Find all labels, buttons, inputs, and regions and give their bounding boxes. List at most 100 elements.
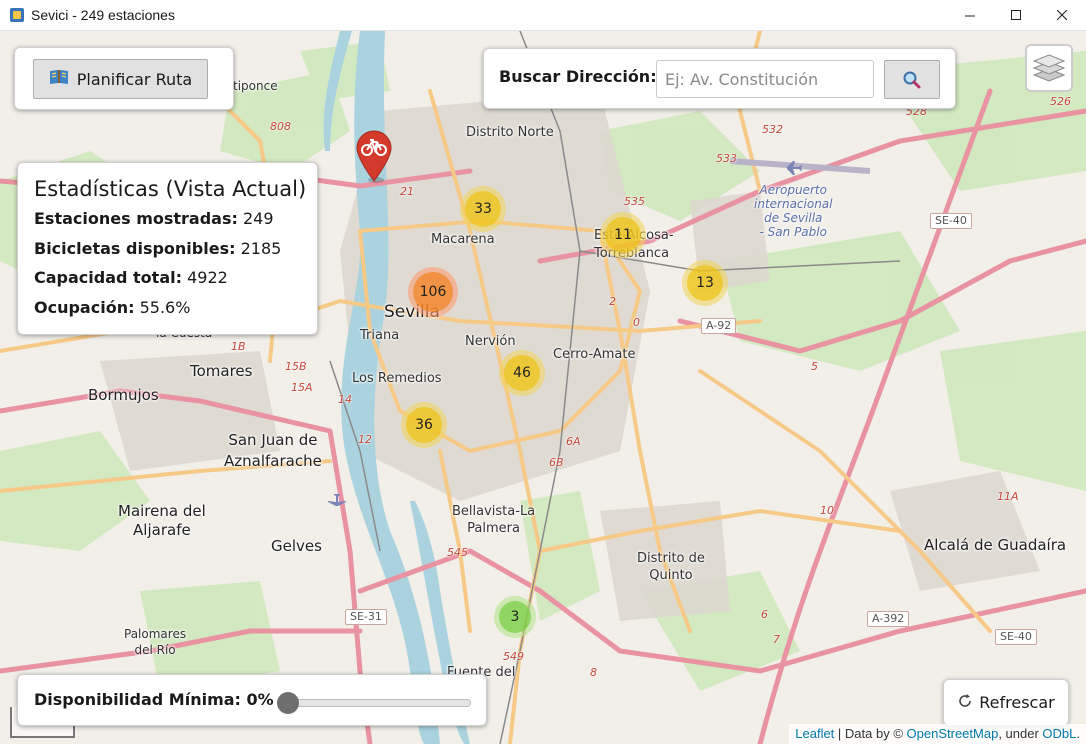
map-view[interactable]: Sevilla Distrito Norte Macarena Triana N…	[0, 31, 1086, 744]
layers-icon	[1032, 54, 1066, 82]
stats-row-bikes: Bicicletas disponibles: 2185	[34, 239, 281, 258]
leaflet-link[interactable]: Leaflet	[795, 726, 834, 741]
road-number: 535	[624, 195, 645, 208]
station-cluster[interactable]: 13	[682, 260, 728, 306]
availability-label: Disponibilidad Mínima: 0%	[34, 690, 274, 709]
road-number: 6B	[549, 456, 564, 469]
route-panel: Planificar Ruta	[14, 47, 234, 110]
road-number: 1B	[231, 340, 246, 353]
map-label-macarena: Macarena	[431, 232, 495, 247]
stats-panel: Estadísticas (Vista Actual) Estaciones m…	[17, 162, 318, 335]
road-number: 6	[761, 608, 768, 621]
app-icon	[10, 8, 24, 22]
attribution-separator: | Data by ©	[834, 726, 907, 741]
map-label-distrito-quinto: Distrito de Quinto	[637, 551, 705, 583]
road-number: 15A	[291, 381, 313, 394]
map-label-mairena: Mairena del Aljarafe	[118, 502, 206, 539]
road-number: 11A	[997, 490, 1019, 503]
station-cluster[interactable]: 11	[600, 212, 646, 258]
availability-slider-thumb[interactable]	[277, 692, 299, 714]
map-label-tomares: Tomares	[190, 362, 253, 380]
road-shield-a92: A-92	[701, 318, 737, 334]
cluster-count: 36	[406, 407, 442, 443]
map-label-palomares: Palomares del Río	[124, 627, 187, 657]
map-label-bellavista: Bellavista-La Palmera	[452, 504, 536, 536]
window-title: Sevici - 249 estaciones	[31, 7, 175, 23]
station-cluster[interactable]: 106	[408, 267, 458, 317]
cluster-count: 3	[499, 601, 531, 633]
attribution-end: .	[1076, 726, 1080, 741]
plan-route-button[interactable]: Planificar Ruta	[33, 59, 208, 99]
search-input[interactable]	[656, 60, 874, 98]
availability-slider-track[interactable]	[293, 699, 471, 707]
stats-value: 249	[242, 209, 274, 228]
station-cluster[interactable]: 3	[494, 596, 536, 638]
road-number: 5	[811, 360, 818, 373]
title-bar: Sevici - 249 estaciones	[0, 0, 1086, 31]
cluster-count: 46	[504, 355, 540, 391]
map-label-distrito-norte: Distrito Norte	[466, 125, 554, 140]
stats-label: Bicicletas disponibles:	[34, 239, 236, 258]
stats-value: 2185	[240, 239, 282, 258]
map-attribution: Leaflet | Data by © OpenStreetMap, under…	[789, 724, 1086, 744]
map-label-nervion: Nervión	[465, 334, 516, 349]
road-number: 14	[338, 393, 352, 406]
stats-row-capacity: Capacidad total: 4922	[34, 268, 228, 287]
maximize-button[interactable]	[993, 0, 1039, 31]
refresh-button[interactable]: Refrescar	[943, 679, 1069, 726]
search-button[interactable]	[884, 60, 940, 99]
road-number: 8	[590, 666, 597, 679]
stats-value: 4922	[187, 268, 228, 287]
stats-label: Capacidad total:	[34, 268, 182, 287]
map-label-gelves: Gelves	[271, 537, 322, 555]
road-number: 0	[633, 316, 640, 329]
road-number: 549	[503, 650, 524, 663]
road-number: 533	[716, 152, 737, 165]
stats-row-stations: Estaciones mostradas: 249	[34, 209, 274, 228]
map-label-airport: Aeropuerto internacional de Sevilla - Sa…	[754, 183, 833, 239]
map-label-san-juan: San Juan de Aznalfarache	[224, 431, 322, 470]
map-book-icon	[49, 69, 69, 89]
map-label-cerro-amate: Cerro-Amate	[553, 347, 636, 362]
map-label-bormujos: Bormujos	[88, 386, 159, 404]
station-marker[interactable]	[355, 129, 393, 183]
map-label-alcala: Alcalá de Guadaíra	[924, 536, 1067, 554]
stats-value: 55.6%	[139, 298, 191, 317]
close-button[interactable]	[1039, 0, 1085, 31]
cluster-count: 13	[687, 265, 723, 301]
road-shield-a392: A-392	[867, 611, 910, 627]
stats-title: Estadísticas (Vista Actual)	[34, 177, 307, 201]
refresh-label: Refrescar	[979, 693, 1055, 712]
availability-filter-panel: Disponibilidad Mínima: 0%	[17, 674, 487, 726]
map-label-los-remedios: Los Remedios	[352, 371, 442, 386]
minimize-button[interactable]	[947, 0, 993, 31]
minimize-icon	[964, 15, 975, 17]
close-icon	[1056, 10, 1067, 21]
station-cluster[interactable]: 46	[499, 350, 545, 396]
road-number: 532	[762, 123, 783, 136]
stats-label: Ocupación:	[34, 298, 135, 317]
road-shield-se40-south: SE-40	[995, 629, 1037, 645]
search-icon	[903, 71, 921, 88]
cluster-count: 106	[413, 272, 453, 312]
layers-control[interactable]	[1025, 44, 1073, 92]
odbl-link[interactable]: ODbL	[1042, 726, 1076, 741]
refresh-icon	[957, 693, 973, 713]
station-cluster[interactable]: 33	[460, 186, 506, 232]
road-number: 808	[270, 120, 291, 133]
stats-row-occupancy: Ocupación: 55.6%	[34, 298, 190, 317]
plan-route-label: Planificar Ruta	[76, 69, 193, 89]
maximize-icon	[1010, 10, 1021, 20]
search-label: Buscar Dirección:	[499, 67, 657, 86]
stats-label: Estaciones mostradas:	[34, 209, 238, 228]
station-cluster[interactable]: 36	[401, 402, 447, 448]
road-shield-se31: SE-31	[345, 609, 387, 625]
road-number: 10	[820, 504, 834, 517]
road-number: 7	[773, 633, 780, 646]
cluster-count: 11	[605, 217, 641, 253]
search-panel: Buscar Dirección:	[483, 48, 956, 109]
road-number: 12	[358, 433, 372, 446]
road-shield-se40: SE-40	[930, 213, 972, 229]
map-label-triana: Triana	[360, 328, 400, 343]
osm-link[interactable]: OpenStreetMap	[907, 726, 999, 741]
